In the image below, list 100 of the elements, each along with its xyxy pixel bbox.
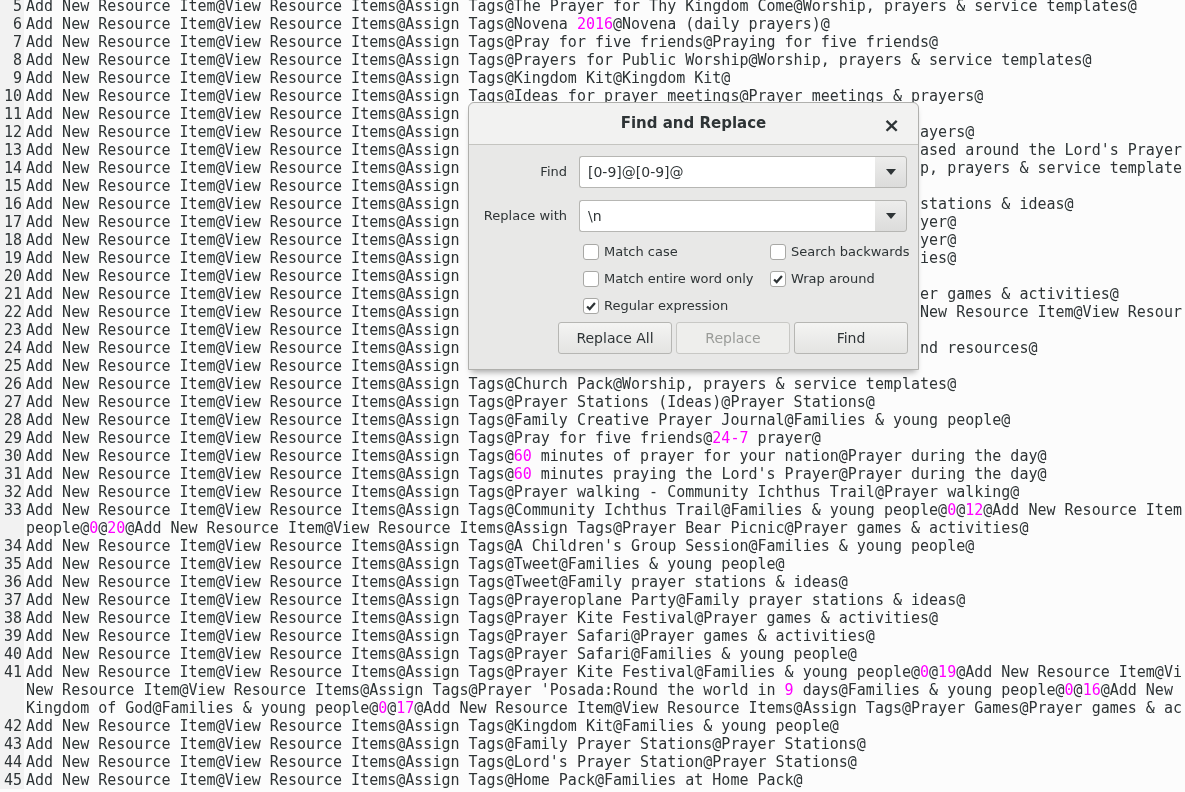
line-number: 33: [2, 501, 22, 519]
line-number: 5: [11, 0, 22, 15]
line-number: 22: [2, 303, 22, 321]
code-text: Add New Resource Item@View Resource Items@Assign Tags@Prayer Kite Festival@Families & young people@0@19@Add New Resource Item@Vi: [26, 663, 1182, 681]
code-text: stations & ideas@: [920, 195, 1074, 213]
caret-icon: [885, 213, 896, 219]
dropdown-button[interactable]: [874, 200, 907, 232]
code-text: Add New Resource Item@View Resource Items@Assign: [26, 195, 460, 213]
checkbox-label[interactable]: Wrap around: [791, 268, 875, 289]
code-text: Add New Resource Item@View Resource Items@Assign Tags@Prayer Kite Festival@Prayer games & activities@: [26, 609, 939, 627]
line-number: 11: [2, 105, 22, 123]
code-text: er games & activities@: [920, 285, 1119, 303]
code-text: Add New Resource Item@View Resource Items@Assign Tags@Tweet@Family prayer stations & ideas@: [26, 573, 848, 591]
line-number: 16: [2, 195, 22, 213]
line-number: 12: [2, 123, 22, 141]
checkbox-label[interactable]: Match case: [604, 241, 678, 262]
line-number: 7: [11, 33, 22, 51]
code-text: Add New Resource Item@View Resource Items@Assign: [26, 141, 460, 159]
line-number: 26: [2, 375, 22, 393]
line-number: 25: [2, 357, 22, 375]
code-text: Add New Resource Item@View Resource Items@Assign Tags@Prayeroplane Party@Family prayer stations & ideas@: [26, 591, 966, 609]
code-text: Add New Resource Item@View Resource Items@Assign: [26, 123, 460, 141]
code-text: p, prayers & service template: [920, 159, 1182, 177]
code-text: Kingdom of God@Families & young people@0@17@Add New Resource Item@View Resource Items@Assign Tags@Prayer Games@Prayer games & ac: [26, 699, 1182, 717]
field-label: Replace with: [482, 207, 567, 226]
code-text: Add New Resource Item@View Resource Items@Assign: [26, 249, 460, 267]
line-number: 29: [2, 429, 22, 447]
code-text: Add New Resource Item@View Resource Items@Assign Tags@Prayer Safari@Families & young people@: [26, 645, 857, 663]
line-number: 13: [2, 141, 22, 159]
replace-field[interactable]: \n: [579, 200, 875, 232]
line-number: 42: [2, 717, 22, 735]
checkbox[interactable]: [770, 243, 786, 260]
code-text: Add New Resource Item@View Resource Items@Assign Tags@Novena 2016@Novena (daily prayers)@: [26, 15, 830, 33]
checkbox-label[interactable]: Match entire word only: [604, 268, 754, 289]
dialog-button[interactable]: Find: [794, 322, 908, 354]
code-text: Add New Resource Item@View Resource Items@Assign Tags@Church Pack@Worship, prayers & service templates@: [26, 375, 957, 393]
field-label: Find: [539, 163, 567, 182]
code-text: Add New Resource Item@View Resource Items@Assign: [26, 213, 460, 231]
line-number: 20: [2, 267, 22, 285]
code-text: Add New Resource Item@View Resource Items@Assign Tags@Prayer walking - Community Ichthus Trail@Prayer walking@: [26, 483, 1020, 501]
code-text: ayers@: [920, 123, 975, 141]
checkbox[interactable]: [583, 243, 599, 260]
code-text: Add New Resource Item@View Resource Items@Assign: [26, 159, 460, 177]
line-number: 30: [2, 447, 22, 465]
line-number: 45: [2, 771, 22, 789]
code-text: Add New Resource Item@View Resource Items@Assign Tags@60 minutes of prayer for your nation@Prayer during the day@: [26, 447, 1047, 465]
line-number: 34: [2, 537, 22, 555]
line-number: 21: [2, 285, 22, 303]
line-number: 38: [2, 609, 22, 627]
dialog-button[interactable]: Replace All: [558, 322, 672, 354]
code-text: Add New Resource Item@View Resource Items@Assign Tags@Prayer Stations (Ideas)@Prayer Stations@: [26, 393, 875, 411]
line-number: 8: [11, 51, 22, 69]
line-number: 35: [2, 555, 22, 573]
code-text: Add New Resource Item@View Resource Items@Assign: [26, 303, 460, 321]
code-text: Add New Resource Item@View Resource Items@Assign Tags@Community Ichthus Trail@Families & young people@0@12@Add New Resource Item: [26, 501, 1182, 519]
code-text: New Resource Item@View Resour: [920, 303, 1182, 321]
code-text: Add New Resource Item@View Resource Items@Assign: [26, 267, 460, 285]
line-number: 40: [2, 645, 22, 663]
line-number: 10: [2, 87, 22, 105]
line-number: 6: [11, 15, 22, 33]
code-text: nd resources@: [920, 339, 1038, 357]
line-number: 9: [11, 69, 22, 87]
code-text: Add New Resource Item@View Resource Items@Assign Tags@Home Pack@Families at Home Pack@: [26, 771, 803, 789]
code-text: Add New Resource Item@View Resource Items@Assign Tags@Pray for five friends@Praying for five friends@: [26, 33, 939, 51]
code-text: Add New Resource Item@View Resource Items@Assign Tags@A Children's Group Session@Families & young people@: [26, 537, 975, 555]
line-number: 37: [2, 591, 22, 609]
line-number: 28: [2, 411, 22, 429]
code-text: New Resource Item@View Resource Items@Assign Tags@Prayer 'Posada:Round the world in 9 days@Families & young people@0@16@Add New: [26, 681, 1173, 699]
checkbox-label[interactable]: Search backwards: [791, 241, 910, 262]
line-number: 24: [2, 339, 22, 357]
code-text: Add New Resource Item@View Resource Items@Assign: [26, 321, 460, 339]
code-text: Add New Resource Item@View Resource Items@Assign Tags@Family Creative Prayer Journal@Families & young people@: [26, 411, 1011, 429]
line-number: 17: [2, 213, 22, 231]
code-text: Add New Resource Item@View Resource Items@Assign Tags@Lord's Prayer Station@Prayer Stations@: [26, 753, 857, 771]
line-number: 15: [2, 177, 22, 195]
code-text: Add New Resource Item@View Resource Items@Assign Tags@Tweet@Families & young people@: [26, 555, 785, 573]
code-text: people@0@20@Add New Resource Item@View Resource Items@Assign Tags@Prayer Bear Picnic@Prayer games & activities@: [26, 519, 1029, 537]
code-text: Add New Resource Item@View Resource Items@Assign: [26, 285, 460, 303]
line-number: 19: [2, 249, 22, 267]
caret-icon: [885, 169, 896, 175]
close-button[interactable]: ×: [879, 114, 904, 136]
line-number: 14: [2, 159, 22, 177]
dialog-title: Find and Replace: [620, 113, 767, 135]
line-number: 23: [2, 321, 22, 339]
line-number: 32: [2, 483, 22, 501]
checkbox[interactable]: [770, 270, 786, 287]
line-number: 31: [2, 465, 22, 483]
code-text: Add New Resource Item@View Resource Items@Assign Tags@Prayers for Public Worship@Worship, prayers & service templates@: [26, 51, 1092, 69]
code-text: Add New Resource Item@View Resource Items@Assign Tags@Pray for five friends@24-7 prayer@: [26, 429, 821, 447]
checkbox-label[interactable]: Regular expression: [604, 295, 729, 316]
checkbox[interactable]: [583, 270, 599, 287]
line-number: 39: [2, 627, 22, 645]
code-text: ies@: [920, 249, 957, 267]
code-text: Add New Resource Item@View Resource Items@Assign: [26, 339, 460, 357]
find-field[interactable]: [0-9]@[0-9]@: [579, 156, 875, 188]
line-number: 18: [2, 231, 22, 249]
code-text: Add New Resource Item@View Resource Items@Assign Tags@Family Prayer Stations@Prayer Stations@: [26, 735, 866, 753]
line-number: 43: [2, 735, 22, 753]
dropdown-button[interactable]: [874, 156, 907, 188]
checkbox[interactable]: [583, 297, 599, 314]
